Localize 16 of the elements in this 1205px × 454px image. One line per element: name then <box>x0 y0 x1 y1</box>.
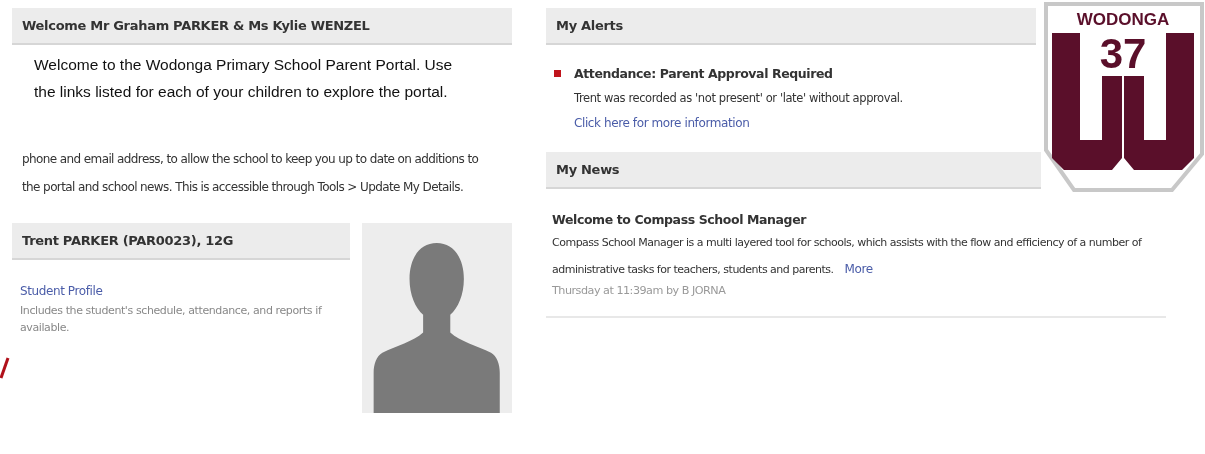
more-information-link[interactable]: Click here for more information <box>574 111 750 136</box>
student-profile-description: Includes the student's schedule, attendance, and reports if available. <box>20 303 323 336</box>
welcome-heading: Welcome Mr Graham PARKER & Ms Kylie WENZEL <box>12 8 512 45</box>
alerts-heading: My Alerts <box>546 8 1036 45</box>
logo-number: 37 <box>1099 30 1147 77</box>
alert-title: Attendance: Parent Approval Required <box>574 65 834 83</box>
news-text: Compass School Manager is a multi layered tool for schools, which assists with the flow and efficiency of a number of administrative tasks for teachers, students and parents. More <box>552 234 1143 278</box>
news-meta: Thursday at 11:39am by B JORNA <box>552 282 727 299</box>
details-paragraph: phone and email address, to allow the school to keep you up to date on additions to the portal and school news. This is accessible through Tools > Update My Details. <box>21 151 480 196</box>
student-profile-link[interactable]: Student Profile <box>20 282 103 300</box>
news-heading: My News <box>546 152 1041 189</box>
student-heading: Trent PARKER (PAR0023), 12G <box>12 223 350 260</box>
news-title: Welcome to Compass School Manager <box>552 211 808 229</box>
logo-name: WODONGA <box>1076 10 1170 29</box>
alert-text: Trent was recorded as 'not present' or 'late' without approval. <box>574 90 903 107</box>
more-link[interactable]: More <box>844 261 873 276</box>
